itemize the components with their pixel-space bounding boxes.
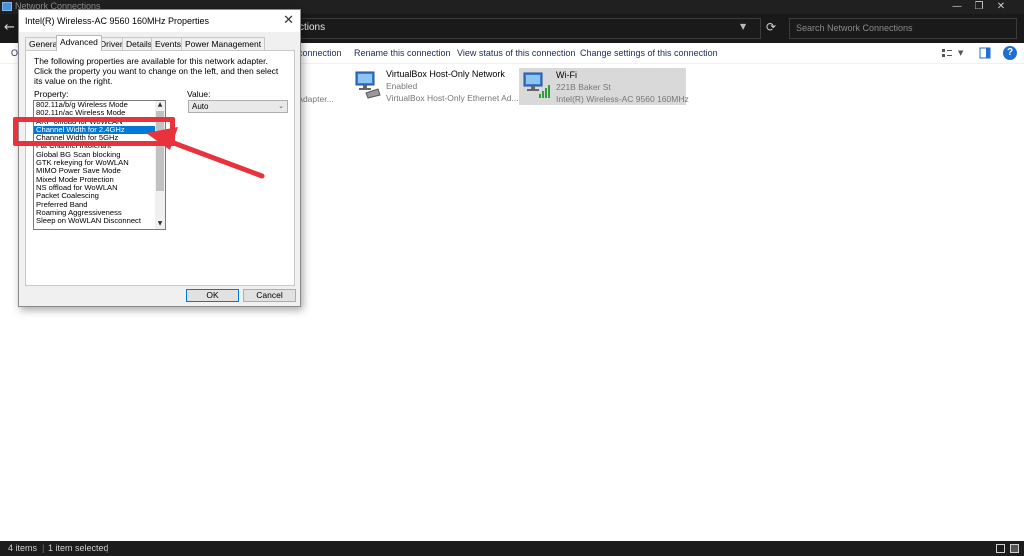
network-adapter-icon — [355, 71, 381, 99]
search-placeholder: Search Network Connections — [796, 23, 913, 33]
address-input[interactable]: ctions — [286, 18, 761, 39]
search-input[interactable]: Search Network Connections — [789, 18, 1017, 39]
preview-pane-icon[interactable] — [979, 47, 991, 59]
help-icon[interactable]: ? — [1003, 46, 1017, 60]
connection-name: Wi-Fi — [556, 70, 577, 80]
property-label: Property: — [34, 89, 69, 99]
change-settings-button[interactable]: Change settings of this connection — [580, 48, 718, 58]
tab-events[interactable]: Events — [151, 37, 185, 50]
command-partial-connection[interactable]: connection — [298, 48, 342, 58]
connection-item-virtualbox[interactable]: VirtualBox Host-Only Network Enabled Vir… — [352, 67, 519, 105]
adapter-properties-dialog: Intel(R) Wireless-AC 9560 160MHz Propert… — [18, 9, 301, 307]
status-bar: 4 items | 1 item selected | — [0, 541, 1024, 556]
value-selected: Auto — [192, 102, 209, 111]
property-list-item[interactable]: Sleep on WoWLAN Disconnect — [34, 216, 165, 225]
value-dropdown[interactable]: Auto ⌄ — [188, 100, 288, 113]
connection-device: Intel(R) Wireless-AC 9560 160MHz — [556, 94, 689, 104]
connection-name: VirtualBox Host-Only Network — [386, 69, 505, 79]
annotation-highlight-box — [13, 117, 175, 146]
address-text: ctions — [299, 22, 326, 33]
cancel-button[interactable]: Cancel — [243, 289, 296, 302]
chevron-down-icon[interactable]: ▼ — [740, 22, 746, 31]
close-icon[interactable]: ✕ — [283, 13, 294, 28]
change-view-icon[interactable] — [941, 47, 953, 59]
ok-button[interactable]: OK — [186, 289, 239, 302]
connection-status: Enabled — [386, 81, 418, 91]
connection-item-wifi[interactable]: Wi-Fi 221B Baker St Intel(R) Wireless-AC… — [519, 68, 689, 105]
value-label: Value: — [187, 89, 211, 99]
chevron-down-icon: ⌄ — [278, 102, 284, 110]
wifi-adapter-icon — [523, 72, 550, 98]
tab-advanced[interactable]: Advanced — [56, 35, 102, 51]
connection-ssid: 221B Baker St — [556, 82, 611, 92]
dialog-title-bar: Intel(R) Wireless-AC 9560 160MHz Propert… — [19, 10, 300, 32]
intro-text: The following properties are available f… — [34, 56, 279, 86]
advanced-panel: The following properties are available f… — [25, 50, 295, 286]
dialog-title: Intel(R) Wireless-AC 9560 160MHz Propert… — [25, 16, 210, 26]
back-arrow-icon[interactable]: ← — [4, 20, 15, 35]
scroll-up-icon[interactable]: ▲ — [155, 101, 165, 110]
view-options-chevron-icon[interactable]: ▼ — [958, 49, 963, 57]
scroll-down-icon[interactable]: ▼ — [155, 220, 165, 229]
connection-device: VirtualBox Host-Only Ethernet Ad... — [386, 93, 519, 103]
rename-connection-button[interactable]: Rename this connection — [354, 48, 451, 58]
network-folder-icon — [2, 2, 12, 11]
large-icons-view-icon[interactable] — [1010, 544, 1019, 553]
view-status-button[interactable]: View status of this connection — [457, 48, 575, 58]
refresh-icon[interactable]: ⟳ — [766, 20, 776, 34]
tab-power-management[interactable]: Power Management — [181, 37, 266, 50]
item-count: 4 items — [8, 543, 38, 553]
command-partial-organize[interactable]: O — [11, 48, 18, 58]
close-window-icon[interactable]: ✕ — [978, 0, 1024, 14]
details-view-icon[interactable] — [996, 544, 1005, 553]
selected-count: 1 item selected — [48, 543, 109, 553]
